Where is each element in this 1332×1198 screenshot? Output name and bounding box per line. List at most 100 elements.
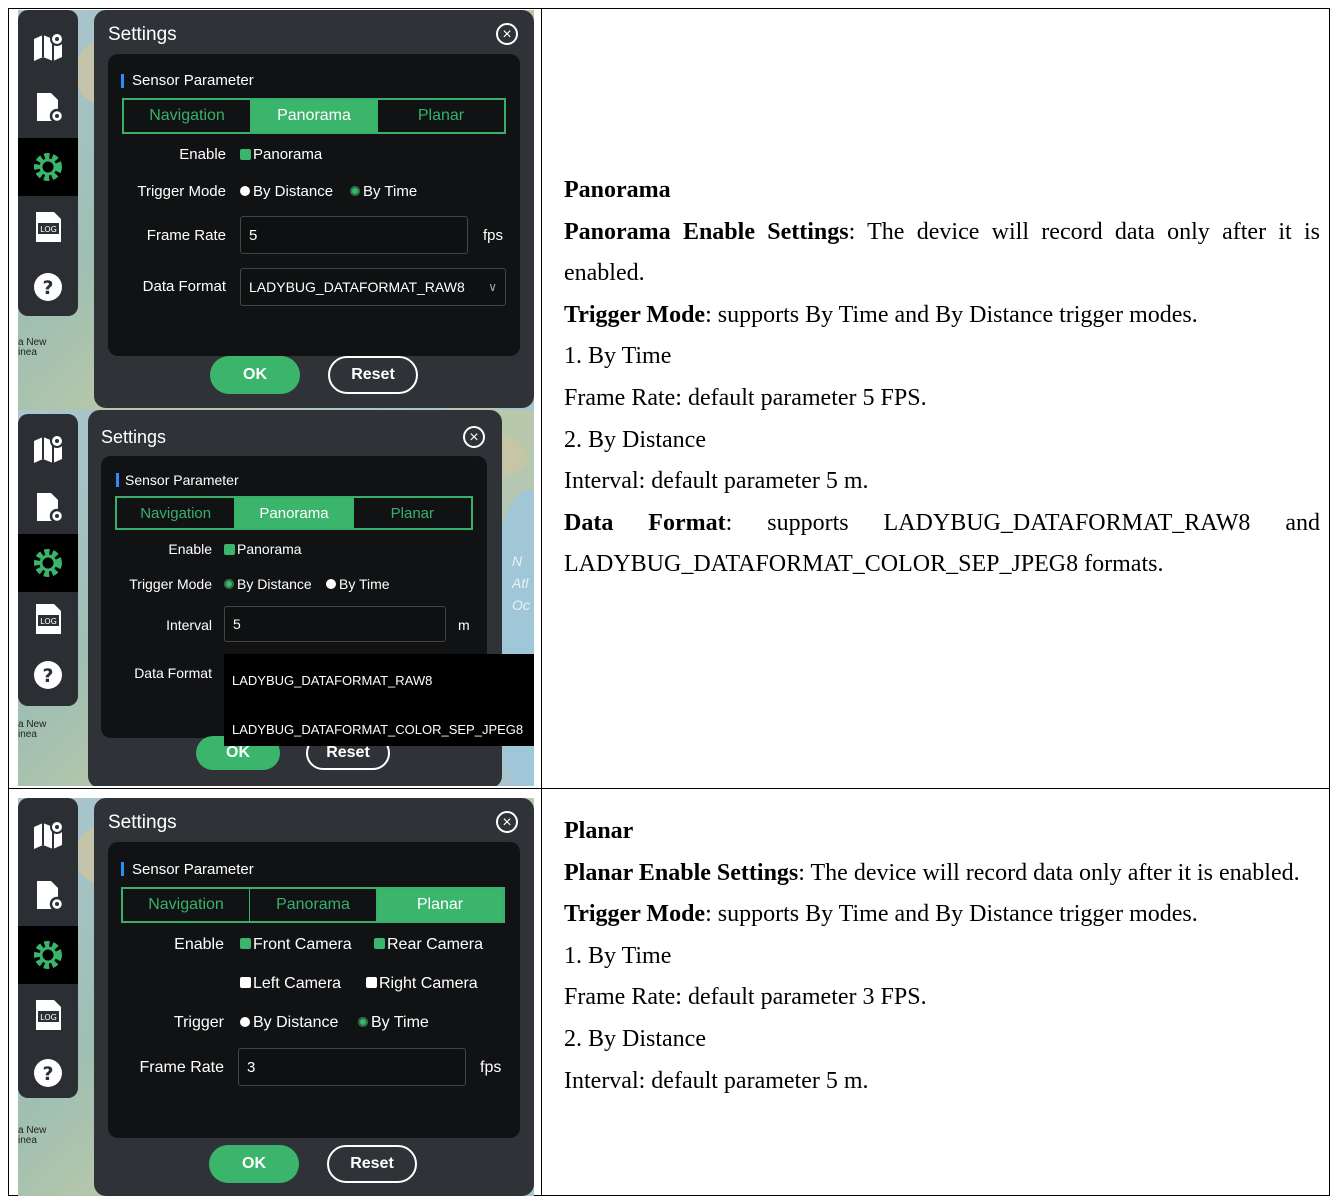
sidebar-item-settings[interactable] bbox=[18, 926, 78, 984]
tab-planar[interactable]: Planar bbox=[377, 889, 503, 921]
dialog-title: Settings bbox=[101, 427, 167, 447]
tab-planar[interactable]: Planar bbox=[378, 100, 504, 132]
frame-rate-label: Frame Rate bbox=[139, 1059, 224, 1076]
sidebar-item-file-settings[interactable] bbox=[18, 78, 78, 136]
sidebar-item-log[interactable]: LOG bbox=[18, 198, 78, 256]
sidebar: LOG ? bbox=[18, 414, 78, 706]
enable-label: Enable bbox=[174, 936, 224, 953]
dialog-title: Settings bbox=[108, 812, 177, 833]
enable-label: Enable bbox=[179, 146, 226, 163]
close-icon[interactable]: × bbox=[496, 811, 518, 833]
right-camera-checkbox[interactable]: Right Camera bbox=[366, 975, 478, 993]
term: Trigger Mode bbox=[564, 901, 706, 928]
front-camera-checkbox[interactable]: Front Camera bbox=[240, 936, 352, 954]
map-label: a New inea bbox=[18, 719, 47, 740]
map-label: a New inea bbox=[18, 337, 47, 358]
enable-panorama-checkbox[interactable]: Panorama bbox=[224, 541, 302, 557]
radio-selected bbox=[350, 186, 360, 197]
term: Trigger Mode bbox=[564, 301, 706, 328]
reset-button[interactable]: Reset bbox=[328, 356, 418, 394]
radio-label: By Distance bbox=[253, 183, 334, 200]
list-item-detail: Interval: default parameter 5 m. bbox=[564, 1067, 869, 1094]
tab-panorama[interactable]: Panorama bbox=[235, 498, 354, 528]
checkbox-label: Rear Camera bbox=[387, 936, 484, 953]
sidebar-item-help[interactable]: ? bbox=[18, 1044, 78, 1102]
paragraph-text: : supports By Time and By Distance trigg… bbox=[705, 901, 1198, 928]
rear-camera-checkbox[interactable]: Rear Camera bbox=[374, 936, 483, 954]
sidebar-item-map[interactable] bbox=[18, 420, 78, 478]
svg-text:?: ? bbox=[42, 1063, 53, 1085]
sidebar-item-map[interactable] bbox=[18, 806, 78, 864]
sidebar-item-file-settings[interactable] bbox=[18, 866, 78, 924]
interval-input[interactable]: 5 bbox=[224, 606, 446, 642]
term: Data Format bbox=[564, 509, 726, 536]
file-settings-icon bbox=[37, 493, 65, 524]
data-format-select[interactable]: LADYBUG_DATAFORMAT_RAW8 ∨ bbox=[240, 268, 506, 306]
sidebar-item-settings[interactable] bbox=[18, 138, 78, 196]
help-icon: ? bbox=[34, 273, 62, 301]
checkbox-checked bbox=[374, 938, 385, 950]
sidebar-item-map[interactable] bbox=[18, 18, 78, 76]
tab-panorama[interactable]: Panorama bbox=[251, 100, 378, 132]
trigger-by-time-radio[interactable]: By Time bbox=[326, 576, 390, 592]
list-item-detail: Frame Rate: default parameter 3 FPS. bbox=[564, 984, 927, 1011]
dropdown-option[interactable]: LADYBUG_DATAFORMAT_COLOR_SEP_JPEG8 bbox=[232, 722, 523, 737]
checkbox-label: Panorama bbox=[237, 541, 302, 557]
trigger-by-distance-radio[interactable]: By Distance bbox=[224, 576, 312, 592]
tab-navigation[interactable]: Navigation bbox=[117, 498, 236, 528]
tab-navigation[interactable]: Navigation bbox=[123, 889, 250, 921]
sidebar-item-log[interactable]: LOG bbox=[18, 590, 78, 648]
tab-panorama[interactable]: Panorama bbox=[250, 889, 377, 921]
frame-rate-unit: fps bbox=[480, 1059, 502, 1076]
frame-rate-label: Frame Rate bbox=[146, 227, 226, 244]
data-format-label: Data Format bbox=[142, 278, 226, 295]
radio-unselected bbox=[240, 186, 250, 197]
close-icon[interactable]: × bbox=[463, 426, 485, 448]
left-camera-checkbox[interactable]: Left Camera bbox=[240, 975, 341, 993]
table-column-divider bbox=[541, 8, 542, 1196]
checkbox-label: Front Camera bbox=[253, 936, 352, 953]
enable-settings-paragraph: Panorama Enable Settings: The device wil… bbox=[564, 212, 1320, 295]
sidebar-item-log[interactable]: LOG bbox=[18, 986, 78, 1044]
dialog-title: Settings bbox=[108, 24, 177, 45]
sidebar-item-file-settings[interactable] bbox=[18, 478, 78, 536]
sidebar-item-help[interactable]: ? bbox=[18, 646, 78, 704]
section-title: Sensor Parameter bbox=[125, 472, 239, 488]
sidebar-item-settings[interactable] bbox=[18, 534, 78, 592]
map-label: N Atl Oc bbox=[512, 553, 530, 613]
list-item: 2. By Distance bbox=[564, 1025, 706, 1052]
sensor-tabs: Navigation Panorama Planar bbox=[122, 98, 506, 134]
screenshot-panorama-by-distance: a New inea N Atl Oc LOG ? Settings × Sen… bbox=[18, 410, 534, 786]
section-heading: Panorama bbox=[564, 177, 671, 203]
radio-selected bbox=[224, 579, 234, 590]
radio-label: By Time bbox=[339, 576, 390, 592]
sidebar: LOG ? bbox=[18, 798, 78, 1098]
ok-button[interactable]: OK bbox=[209, 1145, 299, 1183]
term: Panorama Enable Settings bbox=[564, 218, 849, 245]
section-title: Sensor Parameter bbox=[132, 861, 254, 878]
trigger-by-distance-radio[interactable]: By Distance bbox=[240, 1014, 338, 1032]
ok-button[interactable]: OK bbox=[210, 356, 300, 394]
reset-button[interactable]: Reset bbox=[327, 1145, 417, 1183]
radio-label: By Distance bbox=[253, 1014, 339, 1031]
trigger-by-time-radio[interactable]: By Time bbox=[358, 1014, 429, 1032]
enable-panorama-checkbox[interactable]: Panorama bbox=[240, 146, 322, 163]
trigger-by-time-radio[interactable]: By Time bbox=[350, 183, 417, 200]
checkbox-label: Right Camera bbox=[379, 975, 478, 992]
sidebar-item-help[interactable]: ? bbox=[18, 258, 78, 316]
radio-label: By Distance bbox=[237, 576, 312, 592]
paragraph-text: : supports By Time and By Distance trigg… bbox=[705, 301, 1198, 328]
map-label: a New inea bbox=[18, 1125, 47, 1146]
sidebar: LOG ? bbox=[18, 10, 78, 316]
trigger-by-distance-radio[interactable]: By Distance bbox=[240, 183, 333, 200]
dropdown-option[interactable]: LADYBUG_DATAFORMAT_RAW8 bbox=[232, 673, 432, 688]
tab-navigation[interactable]: Navigation bbox=[124, 100, 251, 132]
frame-rate-input[interactable]: 3 bbox=[238, 1048, 466, 1086]
frame-rate-input[interactable]: 5 bbox=[240, 216, 468, 254]
data-format-paragraph: Data Format: supports LADYBUG_DATAFORMAT… bbox=[564, 503, 1320, 586]
paragraph-text: : The device will record data only after… bbox=[798, 859, 1300, 886]
settings-dialog: Settings × Sensor Parameter Navigation P… bbox=[94, 798, 534, 1196]
tab-planar[interactable]: Planar bbox=[354, 498, 471, 528]
close-icon[interactable]: × bbox=[496, 23, 518, 45]
radio-label: By Time bbox=[363, 183, 418, 200]
